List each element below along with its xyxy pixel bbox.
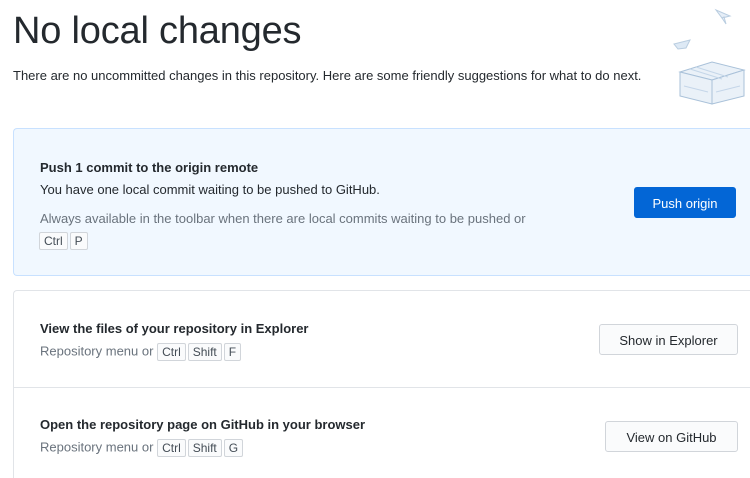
kbd-key: G xyxy=(223,439,244,457)
explorer-heading: View the files of your repository in Exp… xyxy=(40,321,309,336)
show-in-explorer-button[interactable]: Show in Explorer xyxy=(599,324,738,355)
github-heading: Open the repository page on GitHub in yo… xyxy=(40,417,366,432)
kbd-key: Ctrl xyxy=(157,439,186,457)
push-shortcut: Ctrl P xyxy=(39,232,90,250)
github-hint-line: Repository menu or Ctrl Shift G xyxy=(40,439,245,457)
push-card-heading: Push 1 commit to the origin remote xyxy=(40,160,259,175)
paper-boat-icon xyxy=(673,39,691,50)
paper-plane-icon xyxy=(714,8,732,25)
no-changes-view: No local changes There are no uncommitte… xyxy=(0,0,750,478)
kbd-key: Ctrl xyxy=(39,232,68,250)
explorer-hint-line: Repository menu or Ctrl Shift F xyxy=(40,343,243,361)
kbd-key: Shift xyxy=(187,439,222,457)
illustration xyxy=(673,8,746,105)
actions-card: View the files of your repository in Exp… xyxy=(13,290,750,478)
view-on-github-button[interactable]: View on GitHub xyxy=(605,421,738,452)
divider xyxy=(14,387,750,388)
kbd-key: F xyxy=(223,343,242,361)
kbd-key: Ctrl xyxy=(157,343,186,361)
push-card: Push 1 commit to the origin remote You h… xyxy=(13,128,750,276)
gift-box-icon xyxy=(678,61,746,105)
github-hint: Repository menu or xyxy=(40,439,154,455)
explorer-hint: Repository menu or xyxy=(40,343,154,359)
push-card-description: You have one local commit waiting to be … xyxy=(40,182,380,197)
page-subtitle: There are no uncommitted changes in this… xyxy=(13,68,642,83)
kbd-key: Shift xyxy=(187,343,222,361)
push-card-hint: Always available in the toolbar when the… xyxy=(40,211,526,226)
kbd-key: P xyxy=(69,232,88,250)
page-title: No local changes xyxy=(13,10,302,52)
push-origin-button[interactable]: Push origin xyxy=(634,187,736,218)
